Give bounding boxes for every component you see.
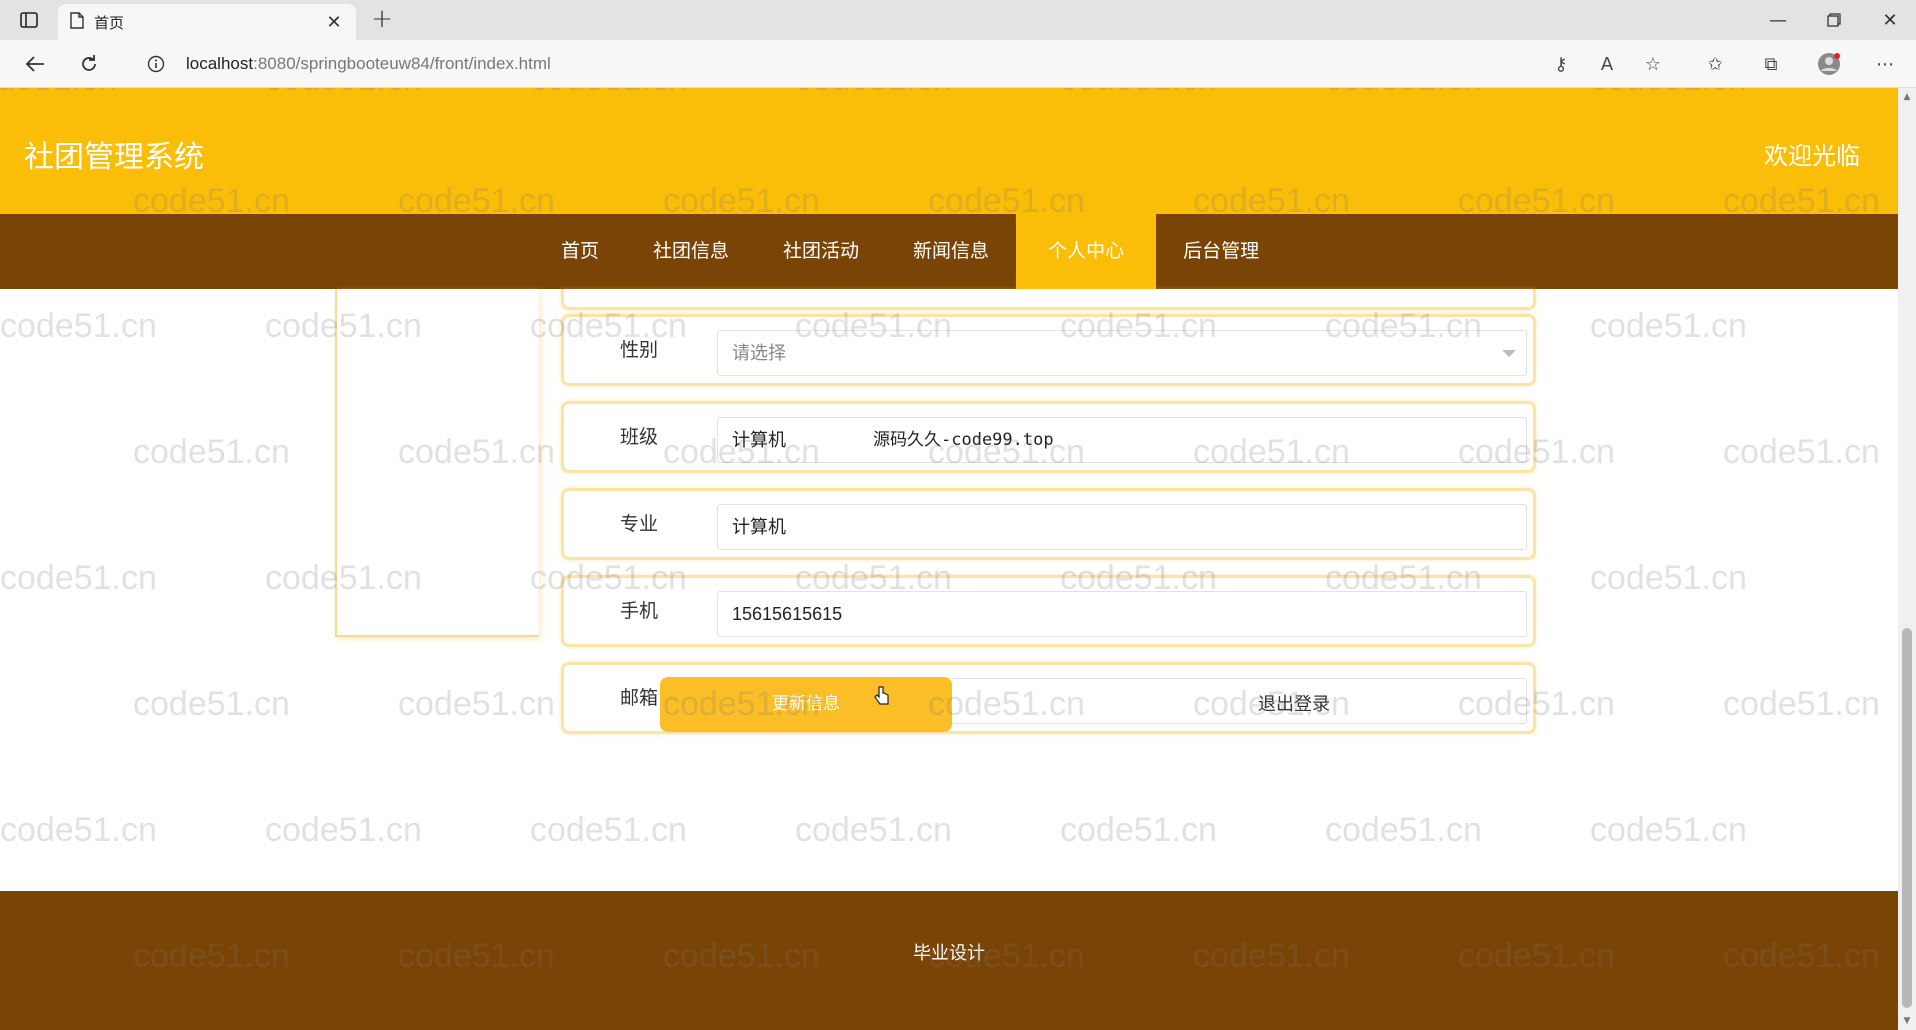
- page-scrollbar[interactable]: ▲ ▼: [1898, 88, 1916, 1030]
- major-input[interactable]: 计算机: [717, 504, 1527, 550]
- close-window-icon[interactable]: ✕: [1870, 8, 1910, 32]
- nav-item-news[interactable]: 新闻信息: [886, 214, 1016, 289]
- site-header: 社团管理系统 欢迎光临: [0, 88, 1898, 214]
- main-nav: 首页 社团信息 社团活动 新闻信息 个人中心 后台管理: [0, 214, 1898, 289]
- restore-icon[interactable]: [1814, 8, 1854, 32]
- form-row-major: 专业 计算机: [561, 488, 1536, 560]
- chevron-down-icon: [1502, 350, 1516, 357]
- nav-item-personal-center[interactable]: 个人中心: [1016, 214, 1157, 289]
- site-title: 社团管理系统: [24, 140, 204, 175]
- gender-select[interactable]: 请选择: [717, 330, 1527, 376]
- form-row-previous: [561, 289, 1536, 310]
- url-text: localhost:8080/springbooteuw84/front/ind…: [186, 54, 551, 74]
- scroll-down-icon[interactable]: ▼: [1902, 1016, 1912, 1026]
- footer-text: 毕业设计: [913, 943, 985, 964]
- url-path: :8080/springbooteuw84/front/index.html: [253, 54, 551, 73]
- nav-item-club-activities[interactable]: 社团活动: [756, 214, 886, 289]
- form-row-phone: 手机 15615615615: [561, 575, 1536, 647]
- collections-icon[interactable]: ⧉: [1758, 52, 1784, 76]
- update-info-button[interactable]: 更新信息: [660, 677, 952, 732]
- minimize-icon[interactable]: —: [1758, 8, 1798, 32]
- class-input[interactable]: 计算机: [717, 417, 1527, 463]
- close-tab-icon[interactable]: ✕: [324, 12, 344, 33]
- profile-avatar-icon[interactable]: [1816, 52, 1842, 76]
- email-label: 邮箱: [620, 687, 659, 709]
- scroll-thumb[interactable]: [1902, 628, 1912, 1008]
- url-field[interactable]: localhost:8080/springbooteuw84/front/ind…: [128, 46, 1676, 82]
- hand-cursor-icon: [874, 686, 892, 708]
- site-info-icon[interactable]: [144, 52, 168, 76]
- nav-item-admin[interactable]: 后台管理: [1156, 214, 1286, 289]
- page-icon: [70, 11, 84, 33]
- phone-label: 手机: [620, 600, 659, 622]
- key-icon[interactable]: ⚷: [1548, 52, 1574, 76]
- logout-button[interactable]: 退出登录: [1258, 690, 1330, 716]
- nav-item-home[interactable]: 首页: [534, 214, 626, 289]
- scroll-up-icon[interactable]: ▲: [1902, 92, 1912, 102]
- class-label: 班级: [620, 426, 659, 448]
- nav-item-club-info[interactable]: 社团信息: [626, 214, 756, 289]
- side-menu-card: [335, 289, 539, 637]
- address-bar: localhost:8080/springbooteuw84/front/ind…: [0, 40, 1916, 88]
- new-tab-icon[interactable]: +: [368, 6, 396, 34]
- sidebar-toggle-icon[interactable]: [14, 8, 44, 32]
- site-footer: 毕业设计: [0, 891, 1898, 1030]
- favorites-icon[interactable]: ✩: [1702, 52, 1728, 76]
- form-row-gender: 性别 请选择: [561, 314, 1536, 386]
- page-viewport: 社团管理系统 欢迎光临 首页 社团信息 社团活动 新闻信息 个人中心 后台管理 …: [0, 88, 1898, 1030]
- back-icon[interactable]: [20, 50, 50, 78]
- read-aloud-icon[interactable]: A: [1594, 52, 1620, 76]
- browser-tabbar: 首页 ✕ + — ✕: [0, 0, 1916, 40]
- welcome-text: 欢迎光临: [1764, 142, 1860, 170]
- add-favorite-icon[interactable]: ☆: [1640, 52, 1666, 76]
- major-label: 专业: [620, 513, 659, 535]
- more-menu-icon[interactable]: ⋯: [1872, 52, 1898, 76]
- browser-tab[interactable]: 首页 ✕: [58, 4, 356, 40]
- gender-placeholder: 请选择: [732, 343, 786, 363]
- overlay-watermark-text: 源码久久-code99.top: [873, 430, 1054, 450]
- nav-items: 首页 社团信息 社团活动 新闻信息 个人中心 后台管理: [534, 214, 1286, 289]
- url-host: localhost: [186, 54, 254, 73]
- gender-label: 性别: [620, 339, 659, 361]
- phone-input[interactable]: 15615615615: [717, 591, 1527, 637]
- reload-icon[interactable]: [74, 50, 104, 78]
- tab-title: 首页: [94, 13, 125, 32]
